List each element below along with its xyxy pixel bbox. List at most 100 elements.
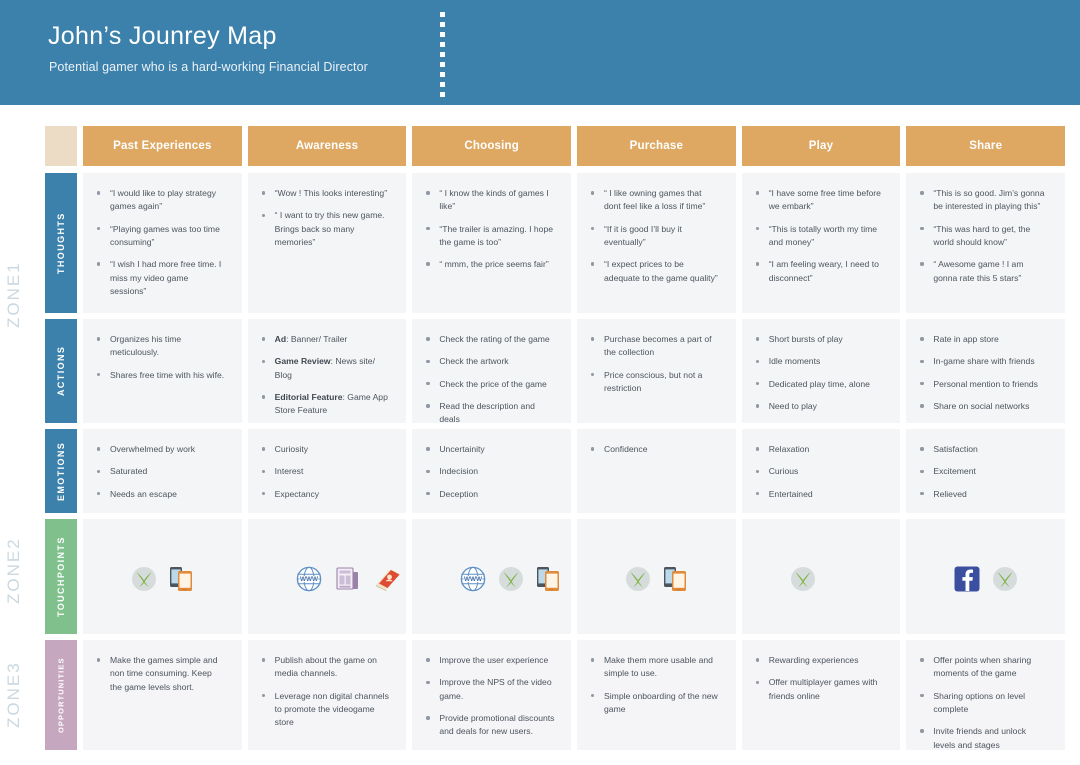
cell-touchpoints-share — [906, 519, 1066, 634]
row-emotions: EMOTIONS Overwhelmed by work Saturated Nee… — [45, 429, 1066, 513]
cell-emotions-purchase: Confidence — [577, 429, 736, 513]
bullet-list: Make them more usable and simple to use.… — [591, 654, 720, 716]
zone-label-2: ZONE2 — [4, 537, 23, 604]
list-item: “If it is good I’ll buy it eventually” — [591, 223, 720, 250]
bullet-list: “Wow ! This looks interesting” “ I want t… — [261, 187, 391, 249]
stage-header-row: Past Experiences Awareness Choosing Purchas… — [45, 126, 1066, 166]
cell-actions-purchase: Purchase becomes a part of the collectio… — [577, 319, 736, 423]
list-item: Short bursts of play — [755, 333, 885, 346]
dot — [440, 42, 445, 47]
cell-actions-awareness: Ad: Banner/ Trailer Game Review: News sit… — [247, 319, 407, 423]
bullet-list: Ad: Banner/ Trailer Game Review: News sit… — [261, 333, 391, 418]
list-item: Improve the NPS of the video game. — [426, 676, 555, 703]
list-item: “The trailer is amazing. I hope the game… — [426, 223, 555, 250]
cell-emotions-share: Satisfaction Excitement Relieved — [906, 429, 1066, 513]
list-item: “I expect prices to be adequate to the g… — [591, 258, 720, 285]
list-item: Make them more usable and simple to use. — [591, 654, 720, 681]
row-label-thoughts: THOUGHTS — [45, 173, 77, 313]
list-item: Shares free time with his wife. — [97, 369, 226, 382]
stage-header-purchase[interactable]: Purchase — [577, 126, 736, 166]
list-item: Organizes his time meticulously. — [97, 333, 226, 360]
stage-header-play[interactable]: Play — [741, 126, 901, 166]
list-item: Provide promotional discounts and deals … — [426, 712, 555, 739]
cell-thoughts-purchase: “ I like owning games that dont feel lik… — [577, 173, 736, 313]
row-label-touchpoints: TOUCHPOINTS — [45, 519, 77, 634]
list-item: “I am feeling weary, I need to disconnec… — [755, 258, 885, 285]
cell-opportunities-share: Offer points when sharing moments of the… — [906, 640, 1066, 750]
www-globe-icon: WWW — [460, 566, 486, 592]
cell-emotions-choosing: Uncertainity Indecision Deception Surprised — [412, 429, 572, 513]
list-item: Indecision — [426, 465, 555, 478]
bullet-list: Satisfaction Excitement Relieved — [920, 443, 1049, 501]
list-item: “Wow ! This looks interesting” — [261, 187, 391, 200]
list-item: Check the rating of the game — [426, 333, 555, 346]
dot — [440, 62, 445, 67]
row-touchpoints: TOUCHPOINTS WWW WWW — [45, 519, 1066, 634]
bullet-list: “ I know the kinds of games I like” “The … — [426, 187, 555, 272]
list-item: In-game share with friends — [920, 355, 1049, 368]
list-item: Leverage non digital channels to promote… — [261, 690, 391, 730]
list-item: “This is totally worth my time and money… — [755, 223, 885, 250]
touchpoint-icon-group — [920, 533, 1049, 624]
bullet-list: “I have some free time before we embark”… — [755, 187, 885, 285]
bullet-list: Check the rating of the game Check the ar… — [426, 333, 555, 423]
mobile-devices-icon — [536, 565, 562, 593]
bullet-list: Overwhelmed by work Saturated Needs an esc… — [97, 443, 226, 513]
list-item: Interest — [261, 465, 391, 478]
touchpoint-icon-group: WWW — [426, 533, 560, 624]
cell-thoughts-past-experiences: “I would like to play strategy games aga… — [83, 173, 242, 313]
list-item: Curiosity — [261, 443, 391, 456]
dot — [440, 52, 445, 57]
svg-text:WWW: WWW — [300, 576, 319, 583]
cell-emotions-past-experiences: Overwhelmed by work Saturated Needs an esc… — [83, 429, 242, 513]
stage-header-awareness[interactable]: Awareness — [247, 126, 407, 166]
journey-map: ZONE1 ZONE2 ZONE3 Past Experiences Awaren… — [0, 105, 1080, 765]
touchpoint-icon-group — [756, 533, 885, 624]
list-item: Surprised — [426, 510, 555, 513]
cell-touchpoints-awareness: WWW — [247, 519, 407, 634]
cell-touchpoints-past-experiences — [83, 519, 242, 634]
list-item: Offer points when sharing moments of the… — [920, 654, 1049, 681]
stage-header-spacer — [45, 126, 77, 166]
magazine-book-icon — [374, 566, 402, 592]
stage-header-past-experiences[interactable]: Past Experiences — [83, 126, 242, 166]
www-globe-icon: WWW — [296, 566, 322, 592]
row-label-opportunities: OPPORTUNITIES — [45, 640, 77, 750]
zone-label-1: ZONE1 — [4, 261, 23, 329]
bullet-list: Improve the user experience Improve the N… — [426, 654, 555, 739]
bullet-list: “ I like owning games that dont feel lik… — [591, 187, 720, 285]
cell-actions-choosing: Check the rating of the game Check the ar… — [412, 319, 572, 423]
dot — [440, 92, 445, 97]
mobile-devices-icon — [169, 565, 195, 593]
dot — [440, 22, 445, 27]
list-item: Improve the user experience — [426, 654, 555, 667]
row-label-actions: ACTIONS — [45, 319, 77, 423]
list-item: Pleasure/ Challenged — [756, 510, 885, 513]
list-item: Rate in app store — [920, 333, 1049, 346]
cell-thoughts-awareness: “Wow ! This looks interesting” “ I want t… — [247, 173, 407, 313]
list-item: “This was hard to get, the world should … — [920, 223, 1049, 250]
list-item: Game Review: News site/ Blog — [261, 355, 391, 382]
cell-actions-play: Short bursts of play Idle moments Dedicate… — [741, 319, 901, 423]
cell-thoughts-play: “I have some free time before we embark”… — [741, 173, 901, 313]
list-item: “ Awesome game ! I am gonna rate this 5 … — [920, 258, 1049, 285]
dot — [440, 82, 445, 87]
page-title: John’s Jounrey Map — [48, 22, 277, 50]
list-item: Editorial Feature: Game App Store Featur… — [261, 391, 391, 418]
bullet-list: Rewarding experiences Offer multiplayer g… — [755, 654, 885, 703]
row-label-emotions: EMOTIONS — [45, 429, 77, 513]
bullet-list: Purchase becomes a part of the collectio… — [591, 333, 720, 395]
page-header: John’s Jounrey Map Potential gamer who i… — [0, 0, 1080, 105]
list-item: Dedicated play time, alone — [755, 378, 885, 391]
stage-header-share[interactable]: Share — [906, 126, 1066, 166]
cell-touchpoints-purchase — [577, 519, 736, 634]
list-item: Satisfaction — [920, 443, 1049, 456]
list-item: “I have some free time before we embark” — [755, 187, 885, 214]
cell-opportunities-choosing: Improve the user experience Improve the N… — [412, 640, 572, 750]
dotted-divider-icon — [440, 12, 445, 97]
cell-thoughts-share: “This is so good. Jim’s gonna be interes… — [906, 173, 1066, 313]
list-item: Make the games simple and non time consu… — [97, 654, 226, 694]
list-item: Needs an escape — [97, 488, 226, 501]
stage-header-choosing[interactable]: Choosing — [412, 126, 572, 166]
list-item: “Playing games was too time consuming” — [97, 223, 226, 250]
